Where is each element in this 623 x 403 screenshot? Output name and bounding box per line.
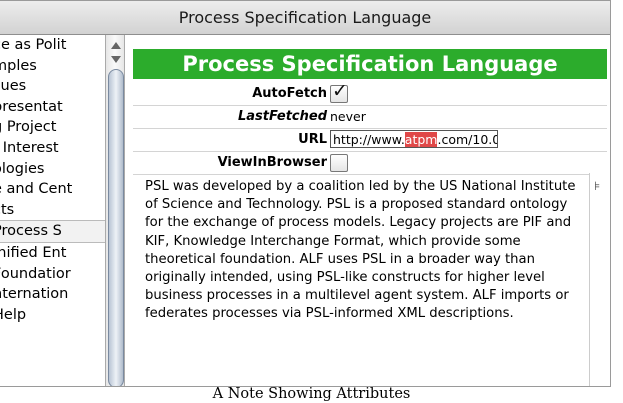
text-scrollbar[interactable]: ⊧ bbox=[589, 173, 610, 386]
attribute-row-lastfetched: LastFetched never bbox=[133, 106, 607, 129]
note-text[interactable]: PSL was developed by a coalition led by … bbox=[133, 173, 586, 386]
lastfetched-value[interactable]: never bbox=[330, 106, 366, 128]
lastfetched-label: LastFetched bbox=[238, 109, 327, 124]
checkmark-icon: ✓ bbox=[332, 80, 348, 102]
list-item[interactable]: nternation bbox=[0, 284, 105, 305]
list-item[interactable]: g Project bbox=[0, 117, 105, 138]
list-item[interactable]: presentat bbox=[0, 97, 105, 118]
viewinbrowser-checkbox[interactable] bbox=[330, 154, 348, 172]
url-label: URL bbox=[298, 132, 327, 147]
autofetch-checkbox[interactable]: ✓ bbox=[330, 80, 348, 103]
list-item[interactable]: f Interest bbox=[0, 138, 105, 159]
list-item[interactable]: sues bbox=[0, 76, 105, 97]
scroll-down-arrow-icon[interactable] bbox=[111, 56, 121, 63]
list-item[interactable]: Foundatior bbox=[0, 264, 105, 285]
note-window: Process Specification Language ce as Pol… bbox=[0, 0, 611, 387]
note-body-text: PSL was developed by a coalition led by … bbox=[145, 179, 576, 322]
url-input[interactable]: http://www.atpm.com/10.08/. bbox=[330, 130, 498, 148]
scroll-up-arrow-icon[interactable] bbox=[111, 42, 121, 49]
text-pane-menu-icon[interactable]: ⊧ bbox=[594, 179, 600, 193]
list-scrollbar[interactable] bbox=[105, 35, 125, 386]
attribute-row-viewinbrowser: ViewInBrowser bbox=[133, 152, 607, 175]
url-value-end: .com/10.08/. bbox=[437, 132, 497, 147]
list-item[interactable]: Help bbox=[0, 305, 105, 326]
viewinbrowser-label: ViewInBrowser bbox=[217, 155, 327, 170]
figure-caption: A Note Showing Attributes bbox=[212, 386, 411, 402]
note-heading: Process Specification Language bbox=[133, 49, 607, 79]
note-list-items: ce as Politmplessuespresentatg Projectf … bbox=[0, 35, 105, 325]
list-item[interactable]: ologies bbox=[0, 159, 105, 180]
scrollbar-thumb[interactable] bbox=[108, 69, 124, 386]
url-value-highlight: atpm bbox=[404, 132, 438, 147]
list-item[interactable]: e and Cent bbox=[0, 179, 105, 200]
attribute-row-autofetch: AutoFetch ✓ bbox=[133, 80, 607, 106]
url-value-start: http://www. bbox=[333, 132, 405, 147]
autofetch-label: AutoFetch bbox=[252, 86, 327, 101]
note-pane: Process Specification Language AutoFetch… bbox=[126, 35, 610, 386]
list-item[interactable]: cts bbox=[0, 200, 105, 221]
list-item[interactable]: mples bbox=[0, 56, 105, 77]
list-item[interactable]: Process S bbox=[0, 220, 105, 243]
list-item[interactable]: ce as Polit bbox=[0, 35, 105, 56]
window-title: Process Specification Language bbox=[0, 1, 610, 35]
note-list: ce as Politmplessuespresentatg Projectf … bbox=[0, 35, 105, 386]
attribute-row-url: URL http://www.atpm.com/10.08/. bbox=[133, 129, 607, 152]
list-item[interactable]: Jnified Ent bbox=[0, 243, 105, 264]
